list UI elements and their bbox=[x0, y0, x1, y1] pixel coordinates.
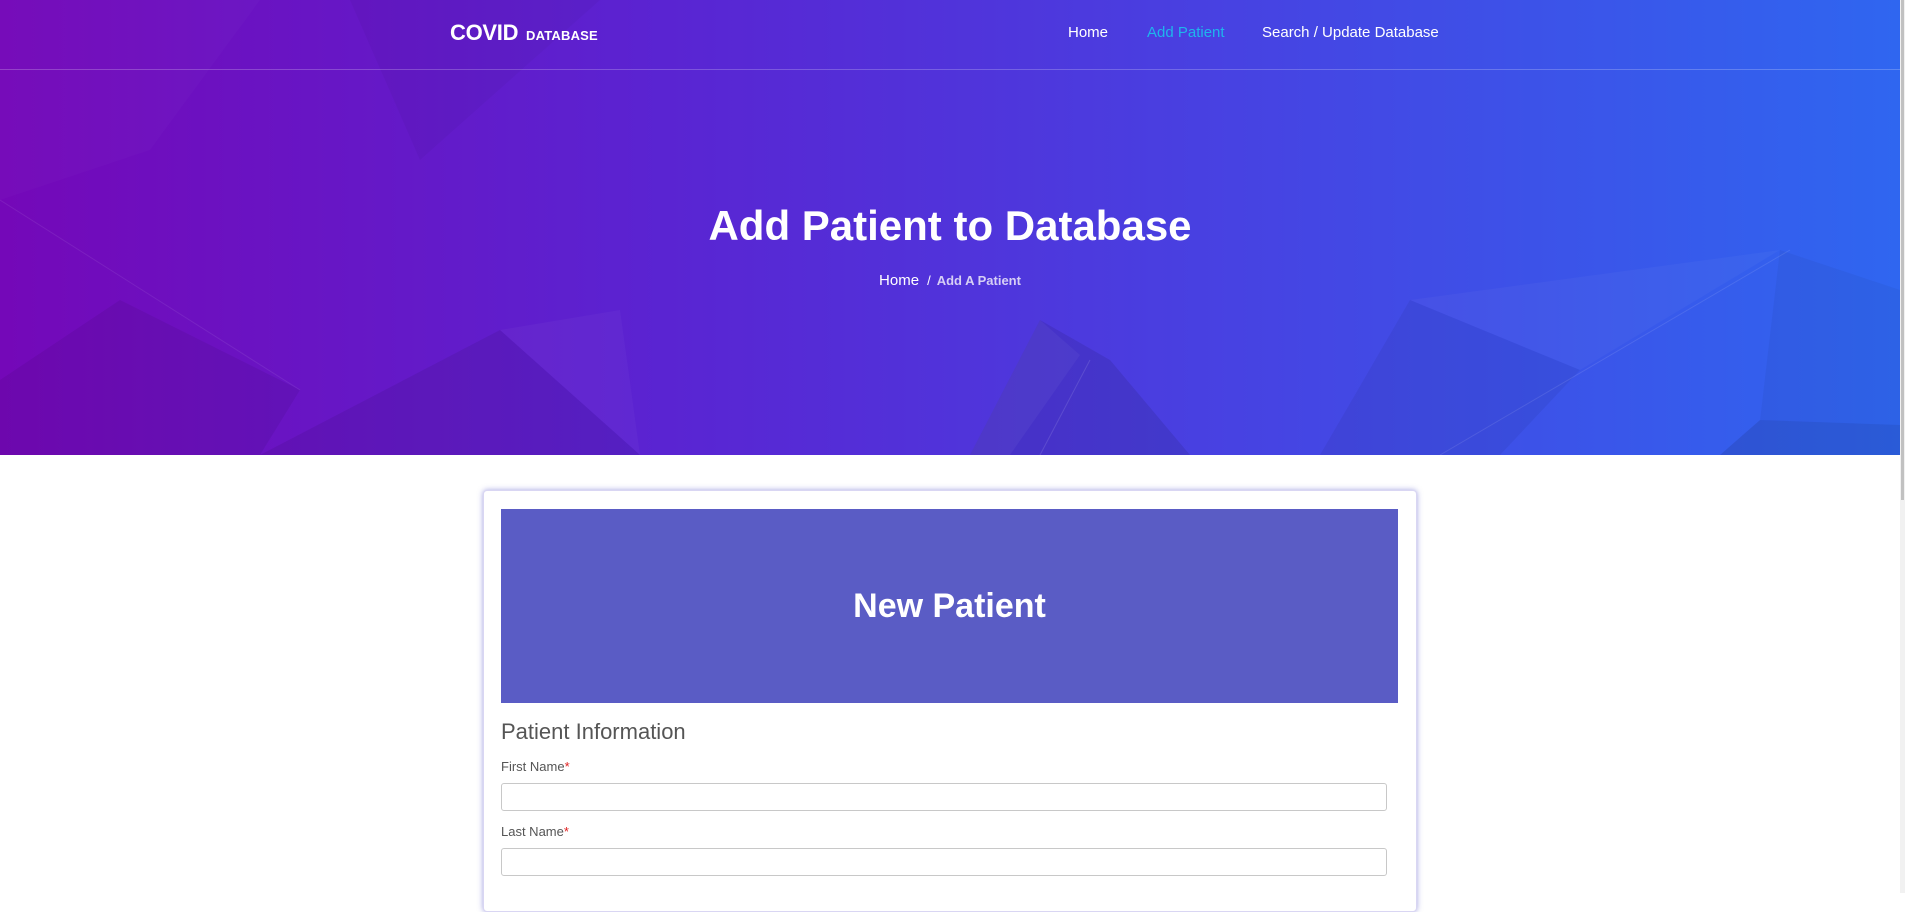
first-name-label: First Name* bbox=[501, 759, 570, 774]
page-scrollbar[interactable] bbox=[1900, 0, 1905, 893]
breadcrumb-current: Add A Patient bbox=[936, 273, 1021, 288]
new-patient-form-card: New Patient Patient Information First Na… bbox=[483, 490, 1417, 912]
last-name-input[interactable] bbox=[501, 848, 1387, 876]
page-title: Add Patient to Database bbox=[708, 202, 1192, 249]
breadcrumb-home-link[interactable]: Home bbox=[879, 272, 919, 289]
brand-main-text: COVID bbox=[450, 20, 519, 45]
required-asterisk: * bbox=[564, 759, 570, 774]
nav-search-update-link[interactable]: Search / Update Database bbox=[1262, 24, 1439, 41]
scrollbar-thumb[interactable] bbox=[1901, 0, 1904, 500]
required-asterisk: * bbox=[563, 824, 569, 839]
form-header-banner: New Patient bbox=[501, 509, 1398, 703]
first-name-label-text: First Name bbox=[501, 759, 565, 774]
form-header-title: New Patient bbox=[853, 587, 1046, 625]
nav-add-patient-link[interactable]: Add Patient bbox=[1147, 24, 1225, 41]
last-name-label-text: Last Name bbox=[501, 824, 564, 839]
hero-banner: COVID DATABASE Home Add Patient Search /… bbox=[0, 0, 1900, 455]
last-name-label: Last Name* bbox=[501, 824, 569, 839]
first-name-input[interactable] bbox=[501, 783, 1387, 811]
breadcrumb-separator: / bbox=[927, 273, 931, 288]
nav-home-link[interactable]: Home bbox=[1068, 24, 1108, 41]
top-navigation-bar: COVID DATABASE Home Add Patient Search /… bbox=[0, 0, 1900, 70]
breadcrumb: Home / Add A Patient bbox=[0, 272, 1900, 289]
section-title-patient-information: Patient Information bbox=[501, 719, 686, 744]
brand-logo[interactable]: COVID DATABASE bbox=[450, 20, 598, 46]
brand-sub-text: DATABASE bbox=[526, 28, 598, 43]
